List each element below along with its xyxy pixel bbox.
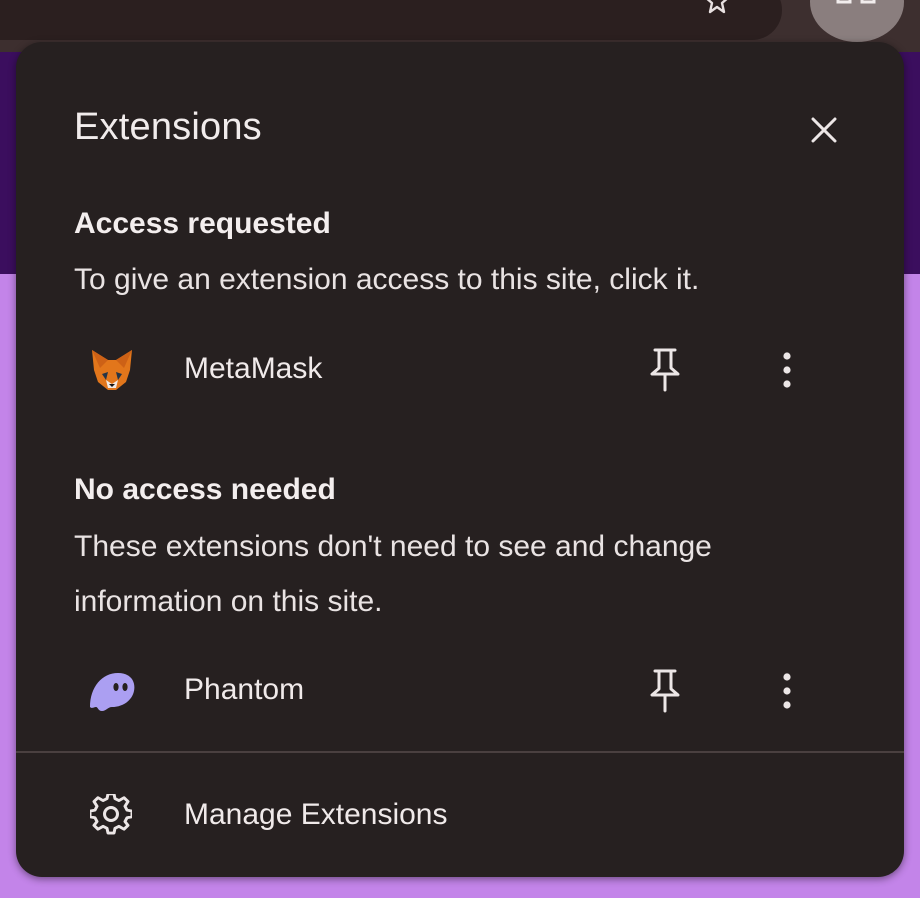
more-options-button[interactable] [768,344,808,396]
metamask-fox-icon [86,344,138,396]
close-icon [811,117,837,143]
extension-row-metamask[interactable]: MetaMask [16,328,904,412]
pin-button[interactable] [644,665,686,717]
manage-extensions-button[interactable]: Manage Extensions [16,772,904,858]
pin-button[interactable] [644,344,686,396]
extension-row-phantom[interactable]: Phantom [16,649,904,733]
extensions-popup: Extensions Access requested To give an e… [16,42,904,877]
gear-icon [88,792,134,836]
manage-extensions-label: Manage Extensions [184,798,448,831]
access-requested-heading: Access requested [74,207,331,240]
no-access-needed-description: These extensions don't need to see and c… [74,530,712,618]
extension-name: Phantom [184,673,305,706]
divider [16,751,904,753]
popup-title: Extensions [74,106,262,148]
no-access-needed-heading: No access needed [74,473,336,506]
more-vert-icon [783,352,791,388]
pin-icon [650,348,680,392]
more-options-button[interactable] [768,665,808,717]
extension-name: MetaMask [184,352,323,385]
more-vert-icon [783,673,791,709]
access-requested-description: To give an extension access to this site… [74,263,700,296]
close-button[interactable] [802,108,846,152]
phantom-ghost-icon [86,665,138,717]
bookmark-star-icon[interactable] [703,0,731,18]
pin-icon [650,669,680,713]
address-bar[interactable] [0,0,782,40]
